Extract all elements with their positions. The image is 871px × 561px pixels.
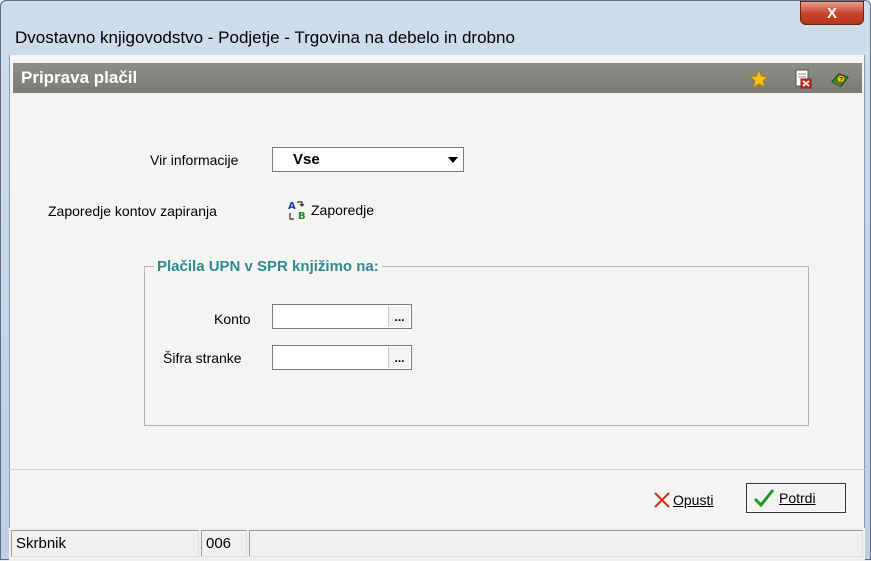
sort-ab-icon: A B (288, 199, 310, 222)
group-title: Plačila UPN v SPR knjižimo na: (154, 258, 382, 275)
close-window-button[interactable]: X (800, 1, 864, 25)
status-code: 006 (201, 530, 247, 557)
form-header: Priprava plačil ? (13, 63, 862, 93)
source-select[interactable]: Vse (272, 147, 464, 172)
star-icon[interactable] (749, 69, 769, 89)
title-bar: Dvostavno knjigovodstvo - Podjetje - Trg… (1, 1, 870, 55)
status-bar: Skrbnik 006 (9, 528, 865, 561)
confirm-button[interactable]: Potrdi (746, 483, 846, 513)
close-document-icon[interactable] (793, 69, 813, 89)
window-title: Dvostavno knjigovodstvo - Podjetje - Trg… (15, 28, 515, 47)
application-window: Dvostavno knjigovodstvo - Podjetje - Trg… (0, 0, 871, 561)
svg-text:?: ? (839, 77, 843, 84)
svg-text:B: B (298, 211, 306, 221)
checkmark-icon (753, 487, 775, 509)
chevron-down-icon[interactable] (444, 149, 462, 170)
svg-text:A: A (288, 201, 296, 212)
cancel-button[interactable]: Opusti (653, 485, 713, 515)
confirm-button-label: Potrdi (779, 490, 816, 506)
close-icon: X (826, 4, 837, 22)
partner-label: Šifra stranke (163, 350, 242, 366)
order-link-label: Zaporedje (311, 202, 375, 218)
konto-browse-button[interactable]: ... (388, 306, 410, 327)
source-select-value: Vse (293, 151, 320, 168)
order-label: Zaporedje kontov zapiranja (48, 203, 217, 219)
partner-browse-button[interactable]: ... (388, 347, 410, 368)
page-title: Priprava plačil (21, 68, 138, 87)
partner-code-field[interactable]: ... (272, 345, 412, 370)
help-book-icon[interactable]: ? (830, 69, 850, 89)
order-button[interactable]: A B Zaporedje (288, 198, 374, 222)
footer-separator (9, 469, 865, 470)
cancel-button-label: Opusti (673, 492, 714, 508)
upn-booking-group (144, 266, 809, 426)
cross-icon (653, 491, 671, 509)
source-label: Vir informacije (150, 152, 239, 168)
status-message (249, 530, 863, 557)
status-user: Skrbnik (11, 530, 199, 557)
konto-label: Konto (214, 311, 251, 327)
konto-field[interactable]: ... (272, 304, 412, 329)
